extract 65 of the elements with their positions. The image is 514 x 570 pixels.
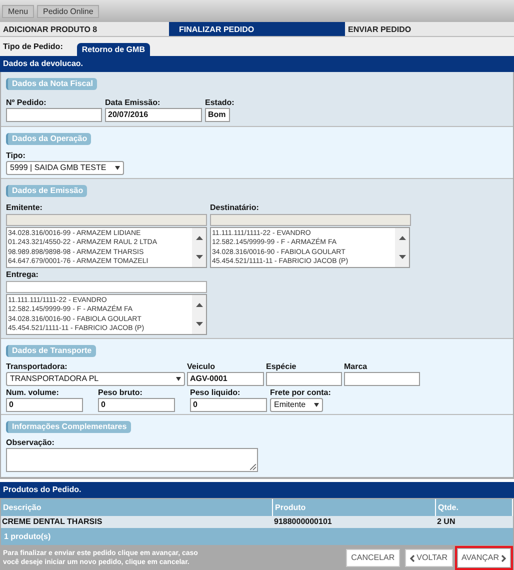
input-field[interactable]: AGV-0001 [187,372,264,386]
section-title: Dados de Transporte [6,345,96,357]
field-label: Marca [344,361,368,372]
field-label: Peso bruto: [98,387,144,398]
scroll-down-icon [196,322,202,326]
input-field[interactable]: Bom [205,108,230,122]
section-header: Dados da devolucao. [0,56,514,72]
table-cell-text: 9188000000101 [273,516,333,528]
scroll-up-icon [196,302,202,307]
field-label: Frete por conta: [270,387,331,398]
field-label: Tipo de Pedido: [3,41,63,53]
field-label: Estado: [205,97,234,108]
input-field[interactable]: 0 [190,398,267,412]
dropdown[interactable]: 5999 | SAIDA GMB TESTE [6,161,124,175]
search-field[interactable] [210,214,411,226]
caret-icon [115,166,120,170]
section-title: Informações Complementares [6,421,131,433]
section-header: Produtos do Pedido. [0,482,514,498]
text-area[interactable] [6,448,258,472]
back-button[interactable]: VOLTAR [404,549,452,567]
chevron-left-icon [410,554,415,562]
input-field[interactable]: 20/07/2016 [105,108,202,122]
field-label: Observação: [6,437,56,448]
field-label: Data Emissão: [105,97,162,108]
table-cell-text: CREME DENTAL THARSIS [1,516,104,528]
scroll-up-icon [398,236,406,240]
scroll-down-icon [398,255,406,260]
section-title: Dados da Nota Fiscal [6,78,97,90]
scroll-up-icon [196,236,202,240]
dropdown[interactable]: TRANSPORTADORA PL [6,372,185,386]
breadcrumb-link[interactable]: Menu [2,4,34,18]
field-label: Destinatário: [210,202,260,213]
input-field[interactable] [344,372,420,386]
field-label: Emitente: [6,202,44,213]
table-cell-text: 2 UN [436,516,456,528]
section-title: Dados da Operação [6,133,92,145]
chevron-right-icon [501,554,506,562]
input-field[interactable] [266,372,342,386]
input-field[interactable]: 0 [98,398,175,412]
field-label: Nº Pedido: [6,97,48,108]
field-label: Num. volume: [6,387,60,398]
breadcrumb-link[interactable]: Pedido Online [37,4,100,18]
resize-handle-icon [250,464,256,470]
section-title: Dados de Emissão [6,185,88,197]
dropdown[interactable]: Emitente [270,398,323,412]
input-field[interactable] [6,108,102,122]
scroll-down-icon [196,255,202,260]
table-footer: 1 produto(s) [1,528,513,545]
step-label: ADICIONAR PRODUTO 8 [2,24,98,36]
next-button[interactable]: AVANÇAR [458,549,510,567]
field-label: Veiculo [187,361,216,372]
input-field[interactable]: 0 [6,398,83,412]
field-label: Espécie [266,361,298,372]
step-label: FINALIZAR PEDIDO [169,22,345,36]
order-type-tab[interactable]: Retorno de GMB [76,43,150,56]
caret-icon [314,403,319,407]
search-field[interactable] [6,214,207,226]
field-label: Tipo: [6,150,26,161]
caret-icon [176,377,181,381]
field-label: Transportadora: [6,361,68,372]
cancel-button[interactable]: CANCELAR [346,549,400,567]
step-label: ENVIAR PEDIDO [347,24,412,36]
search-field[interactable] [6,281,207,293]
field-label: Peso liquido: [190,387,242,398]
field-label: Entrega: [6,269,40,280]
